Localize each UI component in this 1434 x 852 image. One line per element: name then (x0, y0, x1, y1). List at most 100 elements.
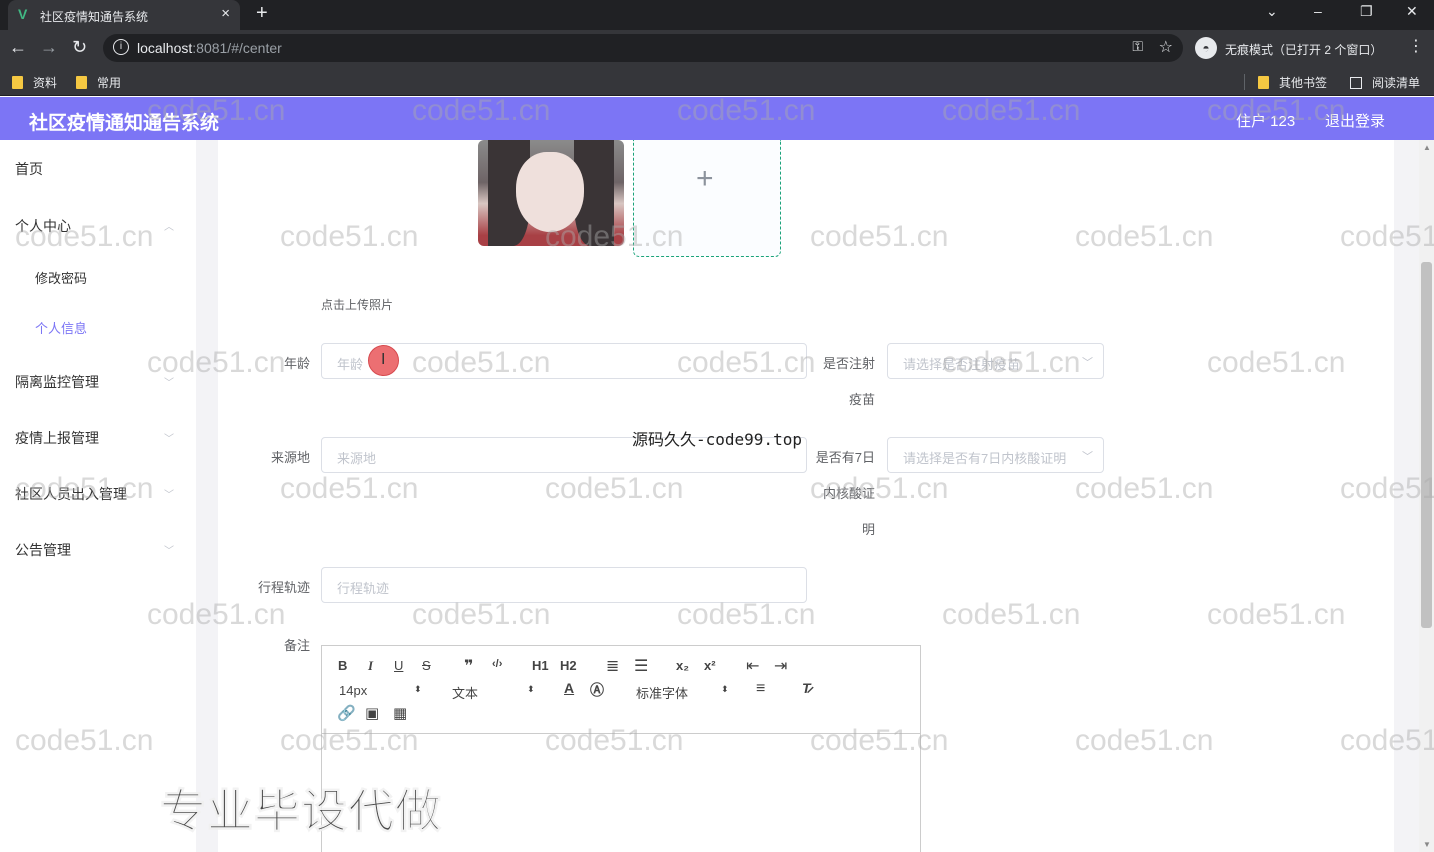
scroll-up-icon[interactable]: ▲ (1423, 143, 1431, 152)
close-window-icon[interactable]: ✕ (1406, 3, 1418, 20)
nucleic-label-line3: 明 (861, 522, 875, 537)
remark-label: 备注 (283, 638, 310, 653)
folder-icon (12, 76, 23, 89)
tab-search-icon[interactable]: ⌄ (1266, 3, 1278, 20)
browser-menu-icon[interactable]: ⋮ (1408, 36, 1424, 56)
app-title: 社区疫情通知通告系统 (29, 113, 220, 134)
plus-icon: + (696, 162, 714, 195)
video-icon[interactable]: ▦ (393, 704, 407, 722)
clear-format-icon[interactable]: T̷ (802, 680, 811, 696)
underline-button[interactable]: U (394, 658, 403, 673)
age-placeholder: 年龄 (337, 357, 364, 372)
heading-select[interactable]: 文本 (452, 683, 478, 702)
screen: V 社区疫情知通告系统 × + ⌄ – ❐ ✕ ← → ↻ i localhos… (0, 0, 1434, 852)
tab-title: 社区疫情知通告系统 (40, 10, 149, 24)
reload-icon[interactable]: ↻ (72, 37, 87, 58)
text-cursor-icon: I (381, 351, 386, 368)
sidebar-item-notice[interactable]: 公告管理 (15, 540, 71, 560)
sidebar-item-quarantine[interactable]: 隔离监控管理 (15, 372, 99, 392)
outdent-icon[interactable]: ⇤ (746, 656, 759, 676)
upload-hint: 点击上传照片 (321, 298, 394, 312)
app-header: 社区疫情通知通告系统 住户 123 退出登录 (0, 97, 1434, 140)
address-bar[interactable]: i localhost:8081/#/center ⚿ ☆ (103, 34, 1183, 62)
nucleic-placeholder: 请选择是否有7日内核酸证明 (903, 451, 1067, 466)
folder-icon (76, 76, 87, 89)
sidebar-item-epidemic-report[interactable]: 疫情上报管理 (15, 428, 99, 448)
trajectory-placeholder: 行程轨迹 (337, 581, 390, 596)
nucleic-label-line2: 内核酸证 (822, 486, 875, 501)
chevron-down-icon: ﹀ (1082, 451, 1093, 463)
editor-toolbar: B I U S ❞ ‹/› H1 H2 ≣ ☰ x₂ x² ⇤ ⇥ 14px ⬍… (322, 646, 920, 734)
bookmark-folder[interactable]: 资料 (12, 74, 57, 91)
italic-button[interactable]: I (368, 658, 373, 674)
avatar-photo[interactable] (478, 140, 624, 246)
sidebar-item-personal-center[interactable]: 个人中心 (15, 216, 71, 236)
font-color-icon[interactable]: A (564, 680, 574, 696)
reading-list[interactable]: 阅读清单 (1350, 74, 1420, 91)
strike-button[interactable]: S (422, 658, 431, 673)
maximize-icon[interactable]: ❐ (1360, 3, 1373, 20)
align-icon[interactable]: ≡ (756, 680, 765, 698)
scroll-down-icon[interactable]: ▼ (1423, 840, 1431, 849)
current-user: 住户 123 (1236, 113, 1296, 130)
chevron-up-icon: ︿ (164, 222, 174, 233)
photo-face (516, 152, 584, 232)
blockquote-button[interactable]: ❞ (464, 656, 473, 676)
trajectory-label: 行程轨迹 (257, 580, 310, 595)
bookmark-divider (1244, 74, 1245, 90)
sidebar-item-access[interactable]: 社区人员出入管理 (15, 484, 127, 504)
select-arrows-icon: ⬍ (414, 684, 422, 694)
new-tab-icon[interactable]: + (256, 2, 268, 25)
incognito-label: 无痕模式（已打开 2 个窗口） (1225, 43, 1383, 57)
superscript-button[interactable]: x² (704, 658, 716, 673)
mouse-cursor: I (368, 345, 399, 376)
sidebar-item-change-password[interactable]: 修改密码 (35, 268, 87, 287)
link-icon[interactable]: 🔗 (337, 704, 356, 722)
bookmarks-bar: 资料 常用 其他书签 阅读清单 (0, 66, 1434, 96)
vaccinated-select[interactable]: 请选择是否注射疫苗 ﹀ (887, 343, 1104, 379)
origin-label: 来源地 (270, 450, 310, 465)
image-icon[interactable]: ▣ (365, 704, 379, 722)
forward-icon[interactable]: → (40, 37, 58, 58)
nucleic-label: 是否有7日 (815, 450, 875, 465)
trajectory-input[interactable]: 行程轨迹 (321, 567, 807, 603)
code-button[interactable]: ‹/› (492, 658, 502, 670)
sidebar: 首页 个人中心 ︿ 修改密码 个人信息 隔离监控管理 ﹀ 疫情上报管理 ﹀ 社区… (0, 140, 196, 852)
vaccinated-label: 是否注射 (822, 356, 875, 371)
sidebar-item-profile[interactable]: 个人信息 (35, 318, 87, 337)
back-icon[interactable]: ← (9, 37, 27, 58)
tab-close-icon[interactable]: × (221, 5, 230, 22)
select-arrows-icon: ⬍ (527, 684, 535, 694)
age-label: 年龄 (283, 356, 310, 371)
subscript-button[interactable]: x₂ (676, 658, 689, 673)
reading-list-icon (1350, 77, 1362, 89)
origin-placeholder: 来源地 (337, 451, 377, 466)
bookmark-star-icon[interactable]: ☆ (1159, 37, 1173, 57)
vaccinated-placeholder: 请选择是否注射疫苗 (903, 357, 1021, 372)
bullet-list-icon[interactable]: ☰ (634, 656, 648, 676)
source-overlay-text: 源码久久-code99.top (632, 430, 802, 449)
other-bookmarks[interactable]: 其他书签 (1258, 74, 1327, 91)
ordered-list-icon[interactable]: ≣ (606, 656, 619, 676)
logout-button[interactable]: 退出登录 (1325, 110, 1385, 131)
bookmark-folder[interactable]: 常用 (76, 74, 121, 91)
font-family-select[interactable]: 标准字体 (636, 683, 688, 702)
key-icon[interactable]: ⚿ (1132, 38, 1143, 55)
font-size-select[interactable]: 14px (339, 683, 367, 698)
chevron-down-icon: ﹀ (164, 490, 174, 501)
chevron-down-icon: ﹀ (1082, 357, 1093, 369)
sidebar-item-home[interactable]: 首页 (15, 159, 43, 179)
upload-photo-button[interactable]: + (633, 140, 781, 257)
background-color-icon[interactable]: Ⓐ (590, 680, 604, 700)
h1-button[interactable]: H1 (532, 658, 549, 673)
browser-tabbar: V 社区疫情知通告系统 × + ⌄ – ❐ ✕ (0, 0, 1434, 30)
scrollbar-thumb[interactable] (1421, 262, 1432, 628)
nucleic-select[interactable]: 请选择是否有7日内核酸证明 ﹀ (887, 437, 1104, 473)
site-info-icon[interactable]: i (113, 39, 129, 55)
h2-button[interactable]: H2 (560, 658, 577, 673)
bold-button[interactable]: B (338, 658, 347, 673)
minimize-icon[interactable]: – (1314, 3, 1322, 19)
chevron-down-icon: ﹀ (164, 378, 174, 389)
indent-icon[interactable]: ⇥ (774, 656, 787, 676)
browser-tab[interactable]: V 社区疫情知通告系统 × (8, 0, 240, 30)
